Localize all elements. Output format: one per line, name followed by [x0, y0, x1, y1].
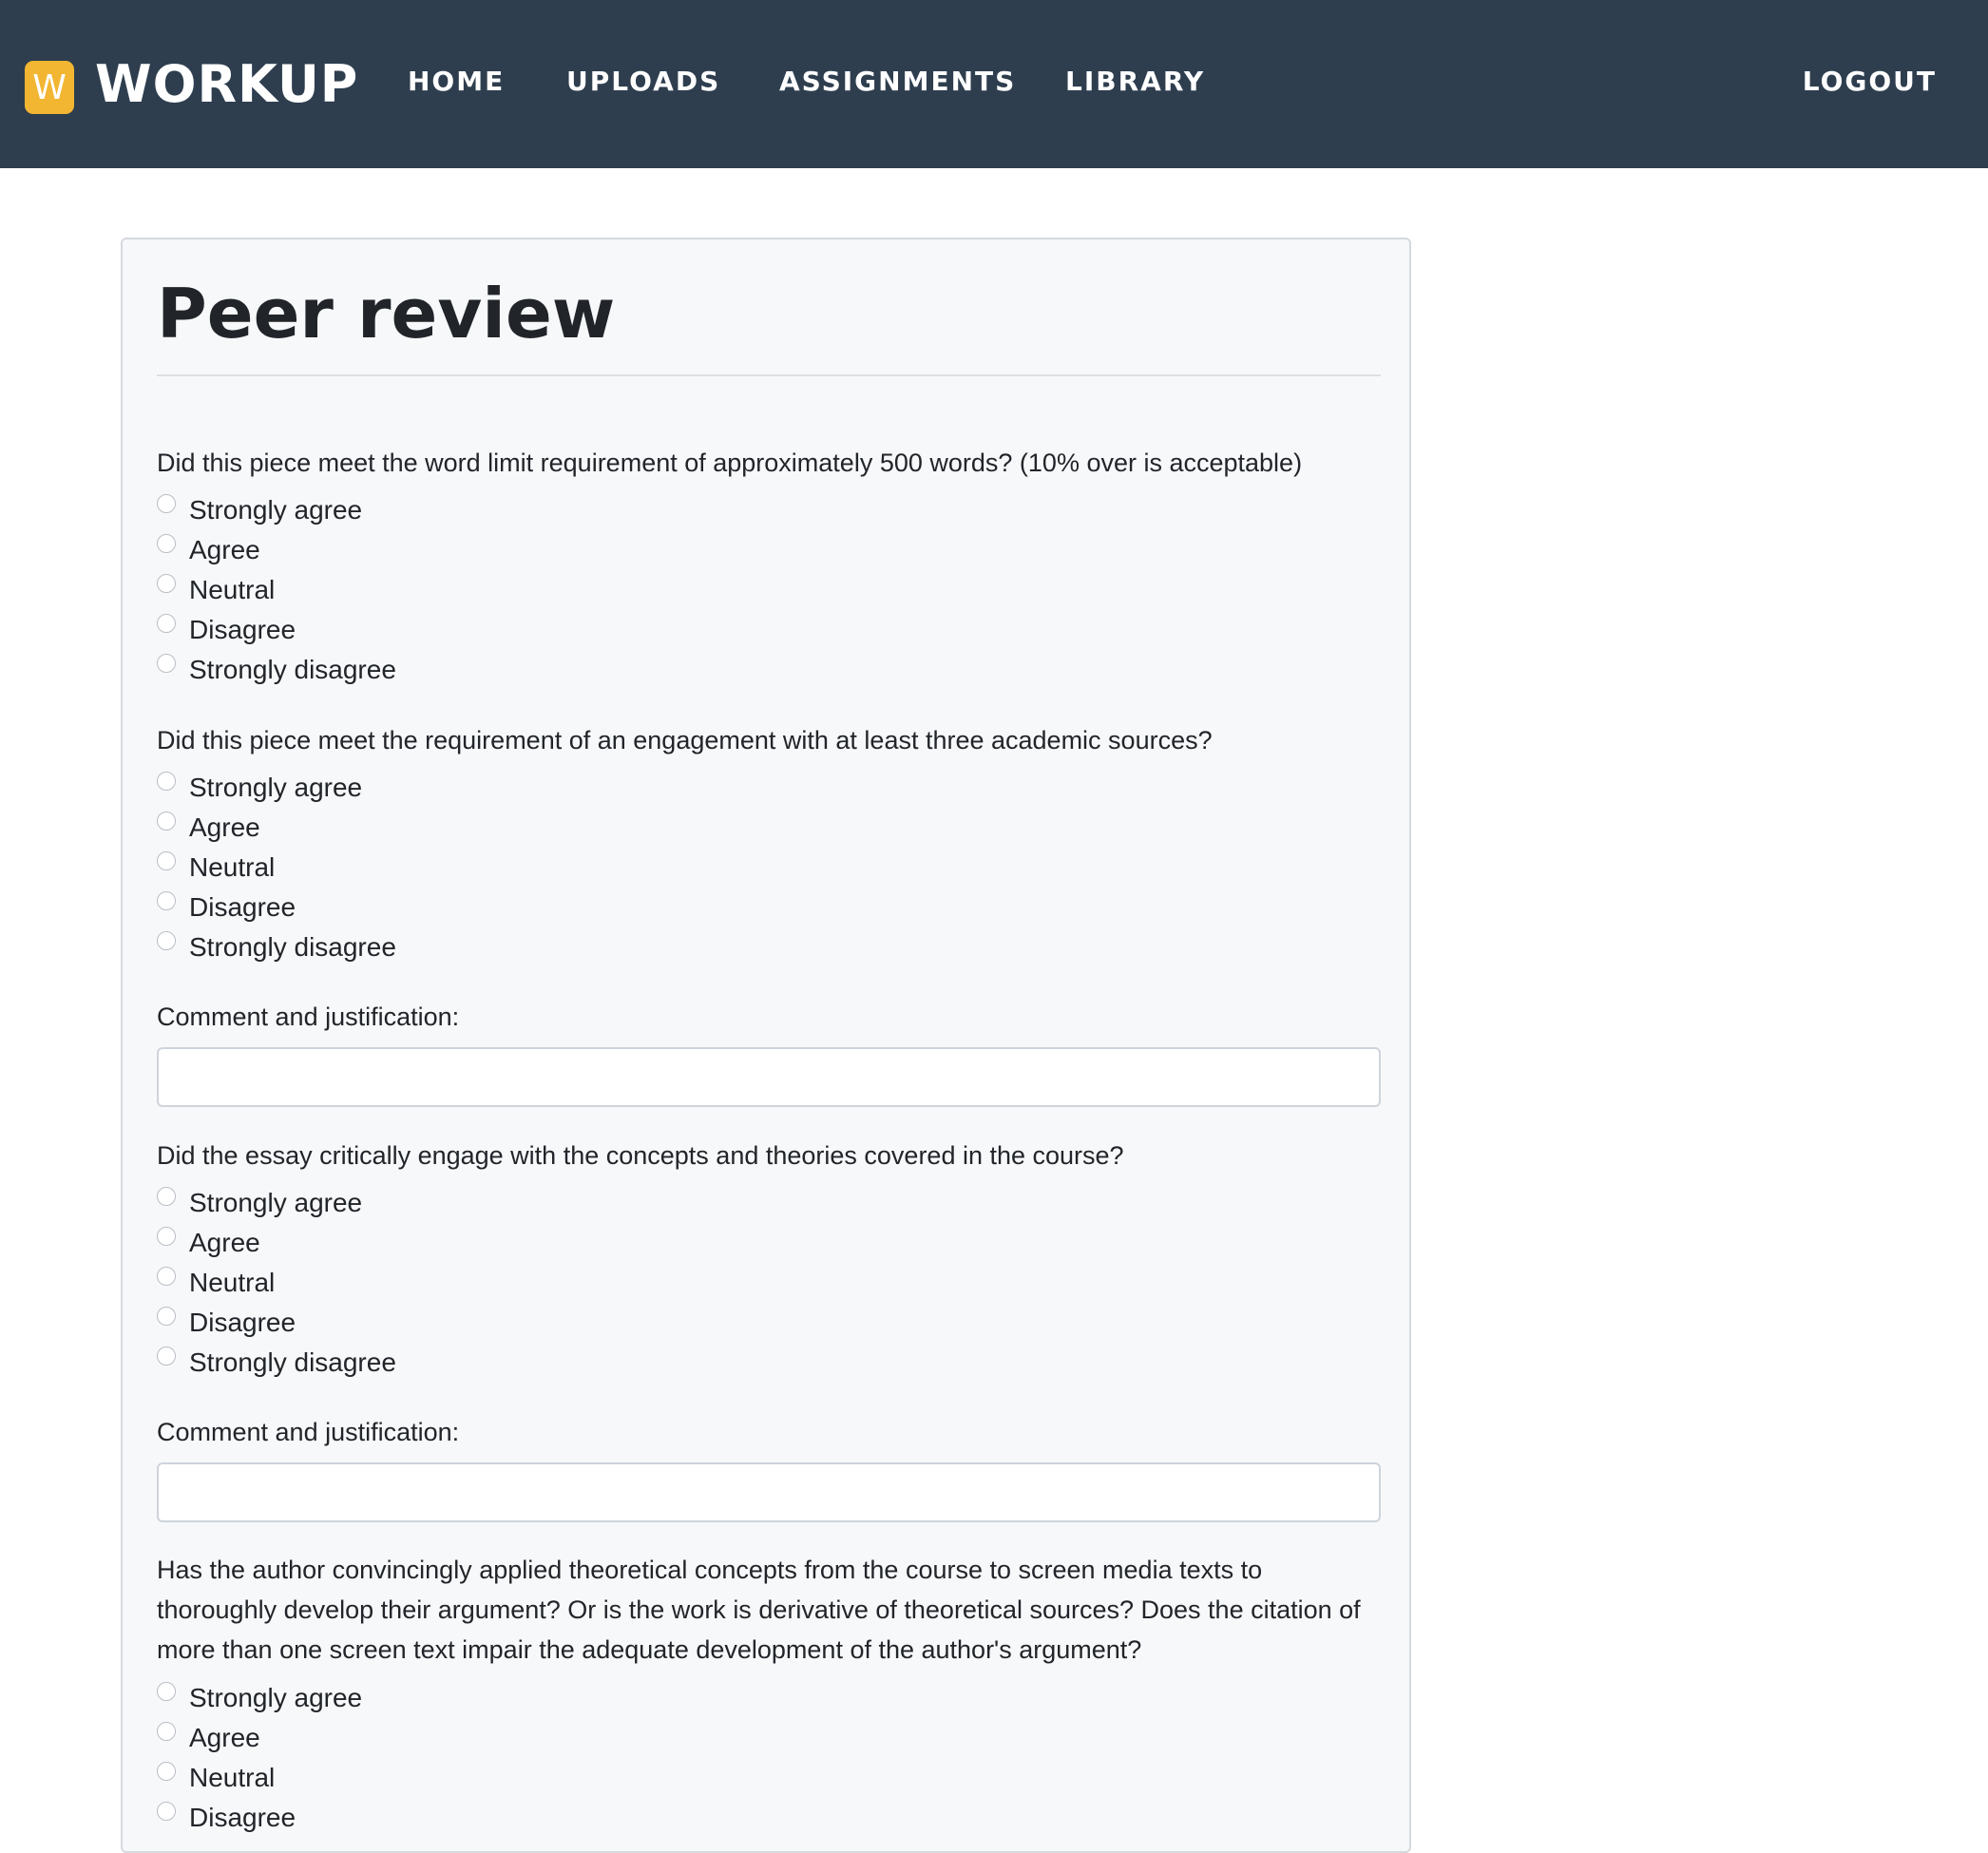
- radio-button[interactable]: [157, 1267, 176, 1286]
- radio-button[interactable]: [157, 891, 176, 910]
- option-label: Strongly agree: [189, 495, 363, 525]
- question-1-text: Did this piece meet the word limit requi…: [157, 449, 1303, 477]
- question-2-options: Strongly agree Agree Neutral Disagree St…: [157, 768, 822, 967]
- radio-button[interactable]: [157, 494, 176, 513]
- option-label: Neutral: [189, 1763, 276, 1792]
- question-2-option-strongly-disagree[interactable]: Strongly disagree: [157, 927, 822, 967]
- question-2-comment-label: Comment and justification:: [157, 1003, 460, 1031]
- question-4-option-agree[interactable]: Agree: [157, 1718, 822, 1758]
- option-label: Strongly agree: [189, 1683, 363, 1712]
- radio-button[interactable]: [157, 574, 176, 593]
- peer-review-card: Peer review Did this piece meet the word…: [121, 238, 1411, 1853]
- workup-logo-icon: W: [25, 61, 74, 114]
- question-1-option-disagree[interactable]: Disagree: [157, 610, 822, 650]
- question-1-options: Strongly agree Agree Neutral Disagree St…: [157, 490, 822, 690]
- top-navbar: W WORKUP HOME UPLOADS ASSIGNMENTS LIBRAR…: [0, 0, 1988, 168]
- option-label: Agree: [189, 1723, 260, 1752]
- radio-button[interactable]: [157, 614, 176, 633]
- option-label: Disagree: [189, 1308, 296, 1337]
- page-title: Peer review: [157, 274, 616, 353]
- question-4-option-disagree[interactable]: Disagree: [157, 1798, 822, 1838]
- question-3-comment-field[interactable]: [157, 1462, 1381, 1522]
- radio-button[interactable]: [157, 1682, 176, 1701]
- option-label: Strongly disagree: [189, 655, 396, 684]
- nav-link-logout[interactable]: LOGOUT: [1803, 65, 1937, 99]
- radio-button[interactable]: [157, 851, 176, 870]
- question-2-text: Did this piece meet the requirement of a…: [157, 726, 1213, 755]
- option-label: Strongly agree: [189, 1188, 363, 1217]
- radio-button[interactable]: [157, 1307, 176, 1326]
- question-2-option-disagree[interactable]: Disagree: [157, 888, 822, 927]
- option-label: Neutral: [189, 852, 276, 882]
- question-4-text: Has the author convincingly applied theo…: [157, 1556, 1361, 1664]
- radio-button[interactable]: [157, 1762, 176, 1781]
- radio-button[interactable]: [157, 931, 176, 950]
- nav-link-assignments[interactable]: ASSIGNMENTS: [779, 65, 1016, 99]
- radio-button[interactable]: [157, 1802, 176, 1821]
- question-4-option-neutral[interactable]: Neutral: [157, 1758, 822, 1798]
- option-label: Disagree: [189, 892, 296, 922]
- option-label: Disagree: [189, 1803, 296, 1832]
- question-2-option-neutral[interactable]: Neutral: [157, 848, 822, 888]
- radio-button[interactable]: [157, 1347, 176, 1366]
- question-1-option-neutral[interactable]: Neutral: [157, 570, 822, 610]
- question-3-option-disagree[interactable]: Disagree: [157, 1303, 822, 1343]
- radio-button[interactable]: [157, 534, 176, 553]
- question-2-option-strongly-agree[interactable]: Strongly agree: [157, 768, 822, 808]
- question-3-text: Did the essay critically engage with the…: [157, 1141, 1124, 1170]
- question-1-option-agree[interactable]: Agree: [157, 530, 822, 570]
- question-3-comment-label: Comment and justification:: [157, 1418, 460, 1446]
- nav-link-home[interactable]: HOME: [408, 65, 505, 99]
- nav-link-library[interactable]: LIBRARY: [1065, 65, 1205, 99]
- option-label: Agree: [189, 1228, 260, 1257]
- option-label: Strongly disagree: [189, 1347, 396, 1377]
- nav-link-uploads[interactable]: UPLOADS: [566, 65, 720, 99]
- question-2-option-agree[interactable]: Agree: [157, 808, 822, 848]
- option-label: Agree: [189, 812, 260, 842]
- question-3-option-neutral[interactable]: Neutral: [157, 1263, 822, 1303]
- question-1-option-strongly-disagree[interactable]: Strongly disagree: [157, 650, 822, 690]
- question-3-options: Strongly agree Agree Neutral Disagree St…: [157, 1183, 822, 1383]
- option-label: Neutral: [189, 575, 276, 604]
- question-3-option-strongly-disagree[interactable]: Strongly disagree: [157, 1343, 822, 1383]
- radio-button[interactable]: [157, 1722, 176, 1741]
- option-label: Strongly agree: [189, 773, 363, 802]
- question-3-option-agree[interactable]: Agree: [157, 1223, 822, 1263]
- radio-button[interactable]: [157, 812, 176, 831]
- option-label: Disagree: [189, 615, 296, 644]
- radio-button[interactable]: [157, 1227, 176, 1246]
- brand-logo-link[interactable]: W WORKUP: [25, 55, 358, 114]
- question-2-comment-field[interactable]: [157, 1047, 1381, 1107]
- option-label: Agree: [189, 535, 260, 564]
- question-1-option-strongly-agree[interactable]: Strongly agree: [157, 490, 822, 530]
- question-3-option-strongly-agree[interactable]: Strongly agree: [157, 1183, 822, 1223]
- radio-button[interactable]: [157, 1187, 176, 1206]
- title-divider: [157, 374, 1381, 376]
- radio-button[interactable]: [157, 654, 176, 673]
- brand-name: WORKUP: [95, 54, 359, 114]
- question-4-options: Strongly agree Agree Neutral Disagree: [157, 1678, 822, 1838]
- option-label: Strongly disagree: [189, 932, 396, 962]
- radio-button[interactable]: [157, 772, 176, 791]
- option-label: Neutral: [189, 1268, 276, 1297]
- question-4-option-strongly-agree[interactable]: Strongly agree: [157, 1678, 822, 1718]
